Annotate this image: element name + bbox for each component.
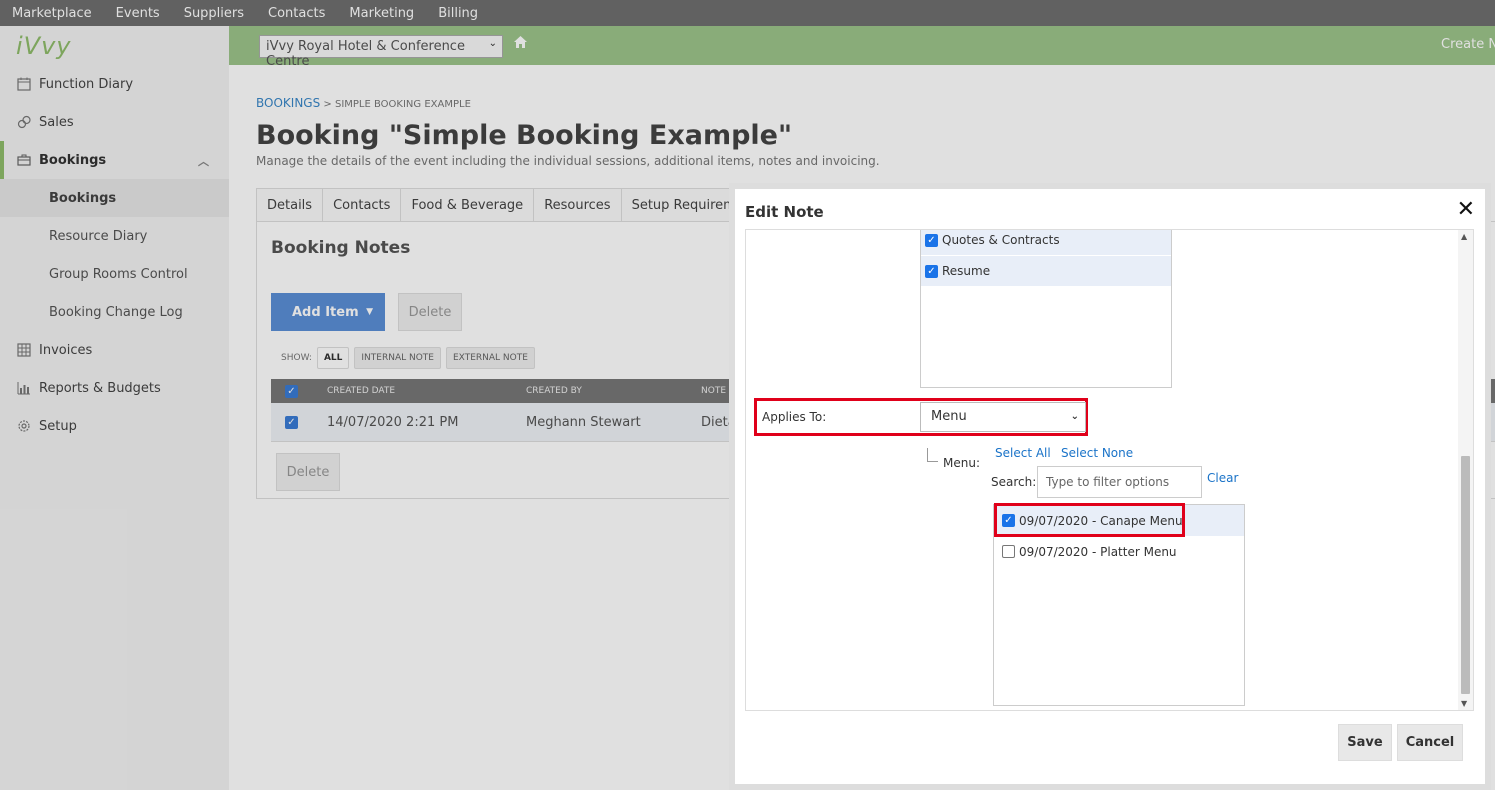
tree-connector: [927, 448, 938, 462]
list-item-label: Resume: [942, 264, 991, 278]
list-item[interactable]: ✓ Resume: [921, 256, 1171, 287]
edit-note-modal: Edit Note ✕ ✓ Quotes & Contracts ✓ Resum…: [729, 183, 1491, 790]
checkbox-checked[interactable]: ✓: [925, 264, 938, 278]
scroll-up-icon[interactable]: ▲: [1461, 232, 1467, 241]
select-all-link[interactable]: Select All: [995, 446, 1051, 460]
menu-label: Menu:: [943, 456, 980, 470]
list-item[interactable]: ✓ Quotes & Contracts: [921, 230, 1171, 256]
canape-menu-highlight: [994, 503, 1185, 537]
search-input[interactable]: Type to filter options: [1037, 466, 1202, 498]
modal-title: Edit Note: [745, 203, 824, 221]
applies-to-select[interactable]: Menu ⌄: [920, 402, 1086, 432]
chevron-down-icon: ⌄: [1070, 411, 1079, 422]
list-item[interactable]: 09/07/2020 - Platter Menu: [994, 536, 1244, 567]
applies-to-label: Applies To:: [762, 410, 827, 424]
clear-link[interactable]: Clear: [1207, 471, 1238, 485]
list-item-label: Quotes & Contracts: [942, 233, 1060, 247]
menu-option-label: 09/07/2020 - Platter Menu: [1019, 544, 1177, 559]
applies-to-value: Menu: [931, 409, 967, 424]
scrollbar-thumb[interactable]: [1461, 456, 1470, 694]
search-label: Search:: [991, 475, 1037, 489]
select-none-link[interactable]: Select None: [1061, 446, 1133, 460]
scroll-down-icon[interactable]: ▼: [1461, 699, 1467, 708]
modal-body[interactable]: ✓ Quotes & Contracts ✓ Resume Applies To…: [745, 229, 1474, 711]
checkbox-checked[interactable]: ✓: [925, 233, 938, 247]
scrollbar[interactable]: ▲ ▼: [1458, 230, 1473, 710]
document-type-list[interactable]: ✓ Quotes & Contracts ✓ Resume: [920, 230, 1172, 388]
checkbox-unchecked[interactable]: [1002, 545, 1015, 558]
cancel-button[interactable]: Cancel: [1397, 724, 1463, 761]
close-icon[interactable]: ✕: [1457, 197, 1475, 222]
applies-to-highlight: Applies To: Menu ⌄: [754, 398, 1088, 436]
save-button[interactable]: Save: [1338, 724, 1392, 761]
